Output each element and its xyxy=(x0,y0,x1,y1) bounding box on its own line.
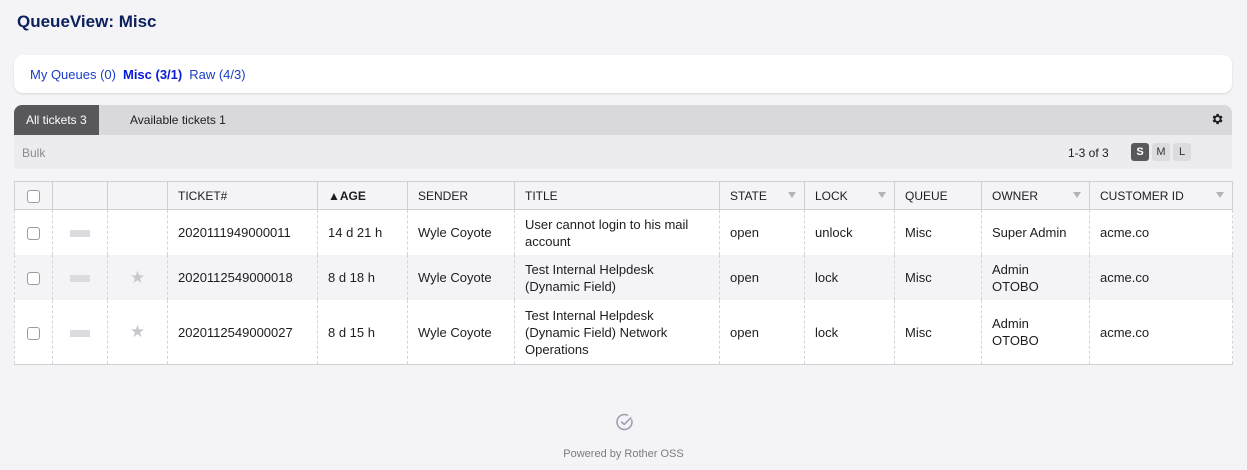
sender-cell: Wyle Coyote xyxy=(407,255,515,300)
customer-id-header[interactable]: CUSTOMER ID xyxy=(1089,181,1233,210)
queue-cell: Misc xyxy=(894,255,982,300)
title-cell[interactable]: Test Internal Helpdesk (Dynamic Field) N… xyxy=(514,300,720,365)
state-cell: open xyxy=(719,255,805,300)
view-size-medium-button[interactable]: M xyxy=(1152,143,1170,161)
state-filter-icon[interactable] xyxy=(788,192,796,198)
age-cell: 14 d 21 h xyxy=(317,209,408,255)
lock-cell: unlock xyxy=(804,209,895,255)
row-select-cell xyxy=(14,209,53,255)
customer-id-filter-icon[interactable] xyxy=(1216,192,1224,198)
table-row[interactable]: ★ 2020112549000027 8 d 15 h Wyle Coyote … xyxy=(14,300,1233,365)
sender-header-label: SENDER xyxy=(418,188,469,203)
customer-id-cell: acme.co xyxy=(1089,300,1233,365)
priority-flag-icon xyxy=(70,329,90,337)
age-cell: 8 d 15 h xyxy=(317,300,408,365)
owner-cell: Super Admin xyxy=(981,209,1090,255)
star-cell: ★ xyxy=(107,255,168,300)
page-title: QueueView: Misc xyxy=(17,12,157,31)
lock-header-label: LOCK xyxy=(815,188,848,203)
age-cell: 8 d 18 h xyxy=(317,255,408,300)
lock-header[interactable]: LOCK xyxy=(804,181,895,210)
view-size-large-button[interactable]: L xyxy=(1173,143,1191,161)
age-header[interactable]: ▲AGE xyxy=(317,181,408,210)
priority-flag-icon xyxy=(70,230,90,238)
priority-cell xyxy=(52,209,108,255)
bulk-toolbar: Bulk 1-3 of 3 S M L xyxy=(14,135,1232,169)
row-checkbox[interactable] xyxy=(27,227,40,241)
star-cell xyxy=(107,209,168,255)
table-row[interactable]: 2020111949000011 14 d 21 h Wyle Coyote U… xyxy=(14,209,1233,255)
sender-header[interactable]: SENDER xyxy=(407,181,515,210)
view-size-small-button[interactable]: S xyxy=(1131,143,1149,161)
title-cell[interactable]: Test Internal Helpdesk (Dynamic Field) xyxy=(514,255,720,300)
state-header[interactable]: STATE xyxy=(719,181,805,210)
customer-id-cell: acme.co xyxy=(1089,255,1233,300)
priority-cell xyxy=(52,300,108,365)
lock-cell: lock xyxy=(804,300,895,365)
queue-link-misc[interactable]: Misc (3/1) xyxy=(123,67,182,82)
priority-cell xyxy=(52,255,108,300)
ticket-number-cell[interactable]: 2020111949000011 xyxy=(167,209,318,255)
star-cell: ★ xyxy=(107,300,168,365)
queue-link-my-queues[interactable]: My Queues (0) xyxy=(30,67,116,82)
ticket-tabs: All tickets 3 Available tickets 1 xyxy=(14,105,1232,135)
ticket-table: TICKET# ▲AGE SENDER TITLE STATE LOCK QUE… xyxy=(14,181,1233,365)
footer-powered-by[interactable]: Powered by Rother OSS xyxy=(0,448,1247,460)
row-select-cell xyxy=(14,300,53,365)
ticket-number-cell[interactable]: 2020112549000018 xyxy=(167,255,318,300)
queue-cell: Misc xyxy=(894,209,982,255)
queue-link-raw[interactable]: Raw (4/3) xyxy=(189,67,245,82)
row-select-cell xyxy=(14,255,53,300)
sender-cell: Wyle Coyote xyxy=(407,300,515,365)
customer-id-cell: acme.co xyxy=(1089,209,1233,255)
table-header-row: TICKET# ▲AGE SENDER TITLE STATE LOCK QUE… xyxy=(14,181,1233,210)
queue-navigation: My Queues (0) Misc (3/1) Raw (4/3) xyxy=(14,55,1232,93)
tab-available-tickets[interactable]: Available tickets 1 xyxy=(118,105,238,135)
owner-header[interactable]: OWNER xyxy=(981,181,1090,210)
tab-all-tickets[interactable]: All tickets 3 xyxy=(14,105,99,135)
title-header[interactable]: TITLE xyxy=(514,181,720,210)
select-all-header xyxy=(14,181,53,210)
lock-filter-icon[interactable] xyxy=(878,192,886,198)
bulk-action[interactable]: Bulk xyxy=(22,146,45,160)
state-cell: open xyxy=(719,209,805,255)
gear-icon[interactable] xyxy=(1210,112,1224,126)
star-icon[interactable]: ★ xyxy=(130,268,145,287)
lock-cell: lock xyxy=(804,255,895,300)
state-header-label: STATE xyxy=(730,188,767,203)
state-cell: open xyxy=(719,300,805,365)
priority-header xyxy=(52,181,108,210)
table-row[interactable]: ★ 2020112549000018 8 d 18 h Wyle Coyote … xyxy=(14,255,1233,300)
pagination-info: 1-3 of 3 xyxy=(1068,146,1109,160)
row-checkbox[interactable] xyxy=(27,272,40,286)
star-icon[interactable]: ★ xyxy=(130,322,145,341)
owner-cell: Admin OTOBO xyxy=(981,255,1090,300)
ticket-number-cell[interactable]: 2020112549000027 xyxy=(167,300,318,365)
priority-flag-icon xyxy=(70,275,90,283)
sender-cell: Wyle Coyote xyxy=(407,209,515,255)
ticket-number-header[interactable]: TICKET# xyxy=(167,181,318,210)
title-cell[interactable]: User cannot login to his mail account xyxy=(514,209,720,255)
star-header xyxy=(107,181,168,210)
queue-cell: Misc xyxy=(894,300,982,365)
queue-header[interactable]: QUEUE xyxy=(894,181,982,210)
customer-id-header-label: CUSTOMER ID xyxy=(1100,188,1184,203)
select-all-checkbox[interactable] xyxy=(27,189,40,203)
owner-filter-icon[interactable] xyxy=(1073,192,1081,198)
owner-cell: Admin OTOBO xyxy=(981,300,1090,365)
owner-header-label: OWNER xyxy=(992,188,1038,203)
check-circle-icon xyxy=(616,413,633,431)
row-checkbox[interactable] xyxy=(27,326,40,340)
